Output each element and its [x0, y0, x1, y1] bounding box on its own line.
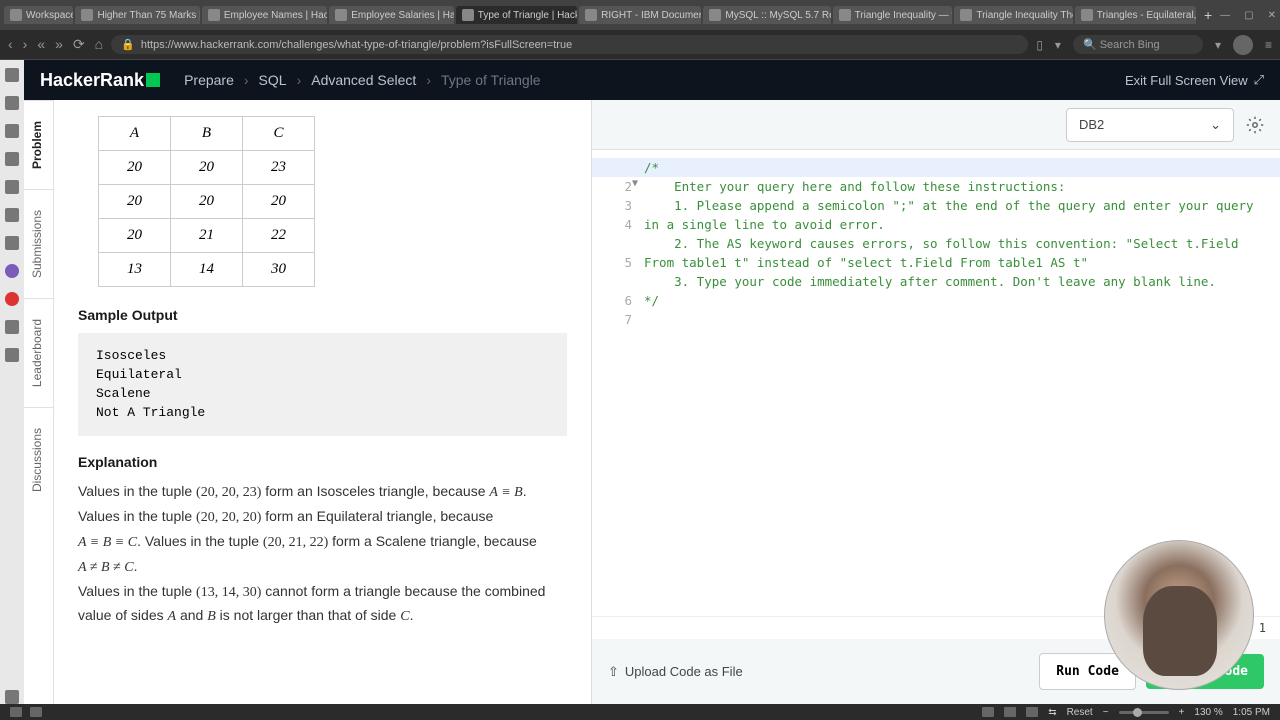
os-icon[interactable] [1026, 707, 1038, 717]
browser-tab[interactable]: Triangle Inequality Theo... [954, 6, 1072, 24]
browser-tab-active[interactable]: Type of Triangle | Hacker... [456, 6, 577, 24]
minimize-icon[interactable]: — [1220, 10, 1230, 21]
os-icon[interactable] [1004, 707, 1016, 717]
os-icon[interactable] [30, 707, 42, 717]
os-status-bar: ⇆ Reset − + 130 % 1:05 PM [0, 704, 1280, 720]
table-row: 202122 [99, 219, 315, 253]
tab-leaderboard[interactable]: Leaderboard [24, 298, 53, 407]
forward-icon[interactable]: › [23, 36, 28, 53]
panel-icon[interactable] [5, 96, 19, 110]
settings-icon[interactable] [5, 690, 19, 704]
table-row: 202023 [99, 151, 315, 185]
panel-icon[interactable] [5, 292, 19, 306]
address-bar[interactable]: 🔒 https://www.hackerrank.com/challenges/… [111, 35, 1028, 54]
explanation-text: Values in the tuple (20, 20, 23) form an… [78, 480, 567, 629]
browser-tab[interactable]: Workspaces [4, 6, 73, 24]
browser-tab-strip: Workspaces Higher Than 75 Marks | H... E… [0, 0, 1280, 30]
os-icon[interactable] [10, 707, 22, 717]
table-row: 202020 [99, 185, 315, 219]
clock: 1:05 PM [1233, 707, 1270, 718]
maximize-icon[interactable]: ▢ [1244, 10, 1253, 21]
zoom-slider[interactable] [1119, 711, 1169, 714]
collapse-icon: ⤢ [1254, 72, 1264, 88]
browser-tab[interactable]: Higher Than 75 Marks | H... [75, 6, 199, 24]
exit-fullscreen-button[interactable]: Exit Full Screen View ⤢ [1125, 72, 1264, 88]
browser-search-input[interactable]: 🔍 Search Bing [1073, 35, 1203, 54]
panel-icon[interactable] [5, 152, 19, 166]
close-icon[interactable]: ✕ [1268, 10, 1276, 21]
breadcrumb-item[interactable]: Prepare [184, 72, 234, 88]
problem-panel[interactable]: ABC 202023 202020 202122 131430 Sample O… [54, 100, 591, 704]
browser-tab[interactable]: RIGHT - IBM Documenta... [579, 6, 701, 24]
zoom-in-icon[interactable]: + [1179, 707, 1185, 718]
panel-icon[interactable] [5, 236, 19, 250]
reader-icon[interactable]: ▯ [1036, 38, 1043, 52]
browser-tab[interactable]: Triangle Inequality — fro... [833, 6, 953, 24]
lock-icon: 🔒 [121, 38, 135, 51]
browser-side-panel [0, 60, 24, 704]
panel-icon[interactable] [5, 348, 19, 362]
upload-code-link[interactable]: ⇧ Upload Code as File [608, 664, 743, 680]
bookmark-icon[interactable]: ▾ [1055, 38, 1061, 52]
browser-tab[interactable]: Triangles - Equilateral, Is... [1075, 6, 1196, 24]
search-chevron-icon[interactable]: ▾ [1215, 38, 1221, 52]
editor-toolbar: DB2 ⌄ [592, 100, 1280, 150]
panel-icon[interactable] [5, 264, 19, 278]
browser-tab[interactable]: MySQL :: MySQL 5.7 Refe... [703, 6, 830, 24]
history-forward-icon[interactable]: » [55, 36, 63, 53]
menu-icon[interactable]: ≡ [1265, 38, 1272, 52]
tab-submissions[interactable]: Submissions [24, 189, 53, 298]
breadcrumb-item[interactable]: Advanced Select [311, 72, 416, 88]
back-icon[interactable]: ‹ [8, 36, 13, 53]
gear-icon[interactable] [1246, 116, 1264, 134]
panel-icon[interactable] [5, 208, 19, 222]
webcam-overlay[interactable] [1104, 540, 1254, 690]
language-select[interactable]: DB2 ⌄ [1066, 108, 1234, 142]
browser-tab[interactable]: Employee Names | Hacke... [202, 6, 327, 24]
chevron-down-icon: ⌄ [1210, 117, 1221, 133]
browser-tab[interactable]: Employee Salaries | Hack... [329, 6, 454, 24]
breadcrumb-item[interactable]: SQL [259, 72, 287, 88]
sample-output-block: Isosceles Equilateral Scalene Not A Tria… [78, 333, 567, 436]
zoom-level: 130 % [1194, 707, 1222, 718]
vertical-tabs: Problem Submissions Leaderboard Discussi… [24, 100, 54, 704]
os-icon[interactable] [982, 707, 994, 717]
new-tab-button[interactable]: + [1198, 7, 1218, 23]
panel-icon[interactable] [5, 124, 19, 138]
browser-toolbar: ‹ › « » ⟳ ⌂ 🔒 https://www.hackerrank.com… [0, 30, 1280, 60]
home-icon[interactable]: ⌂ [95, 36, 103, 53]
reset-button[interactable]: Reset [1067, 707, 1093, 718]
breadcrumb: Prepare› SQL› Advanced Select› Type of T… [184, 72, 541, 88]
panel-icon[interactable] [5, 320, 19, 334]
breadcrumb-current: Type of Triangle [441, 72, 541, 88]
upload-icon: ⇧ [608, 664, 619, 680]
panel-icon[interactable] [5, 180, 19, 194]
panel-icon[interactable] [5, 68, 19, 82]
table-row: 131430 [99, 253, 315, 287]
section-sample-output: Sample Output [78, 307, 567, 323]
zoom-out-icon[interactable]: − [1103, 707, 1109, 718]
reload-icon[interactable]: ⟳ [73, 36, 85, 53]
app-header: HackerRank Prepare› SQL› Advanced Select… [24, 60, 1280, 100]
logo[interactable]: HackerRank [40, 70, 160, 91]
history-back-icon[interactable]: « [37, 36, 45, 53]
url-text: https://www.hackerrank.com/challenges/wh… [141, 39, 572, 51]
section-explanation: Explanation [78, 454, 567, 470]
editor-gutter: 1 2 3 4 5 6 7 [592, 150, 638, 616]
tab-problem[interactable]: Problem [24, 100, 53, 189]
sample-table: ABC 202023 202020 202122 131430 [98, 116, 315, 287]
profile-avatar[interactable] [1233, 35, 1253, 55]
sync-icon[interactable]: ⇆ [1048, 707, 1056, 718]
tab-discussions[interactable]: Discussions [24, 407, 53, 512]
